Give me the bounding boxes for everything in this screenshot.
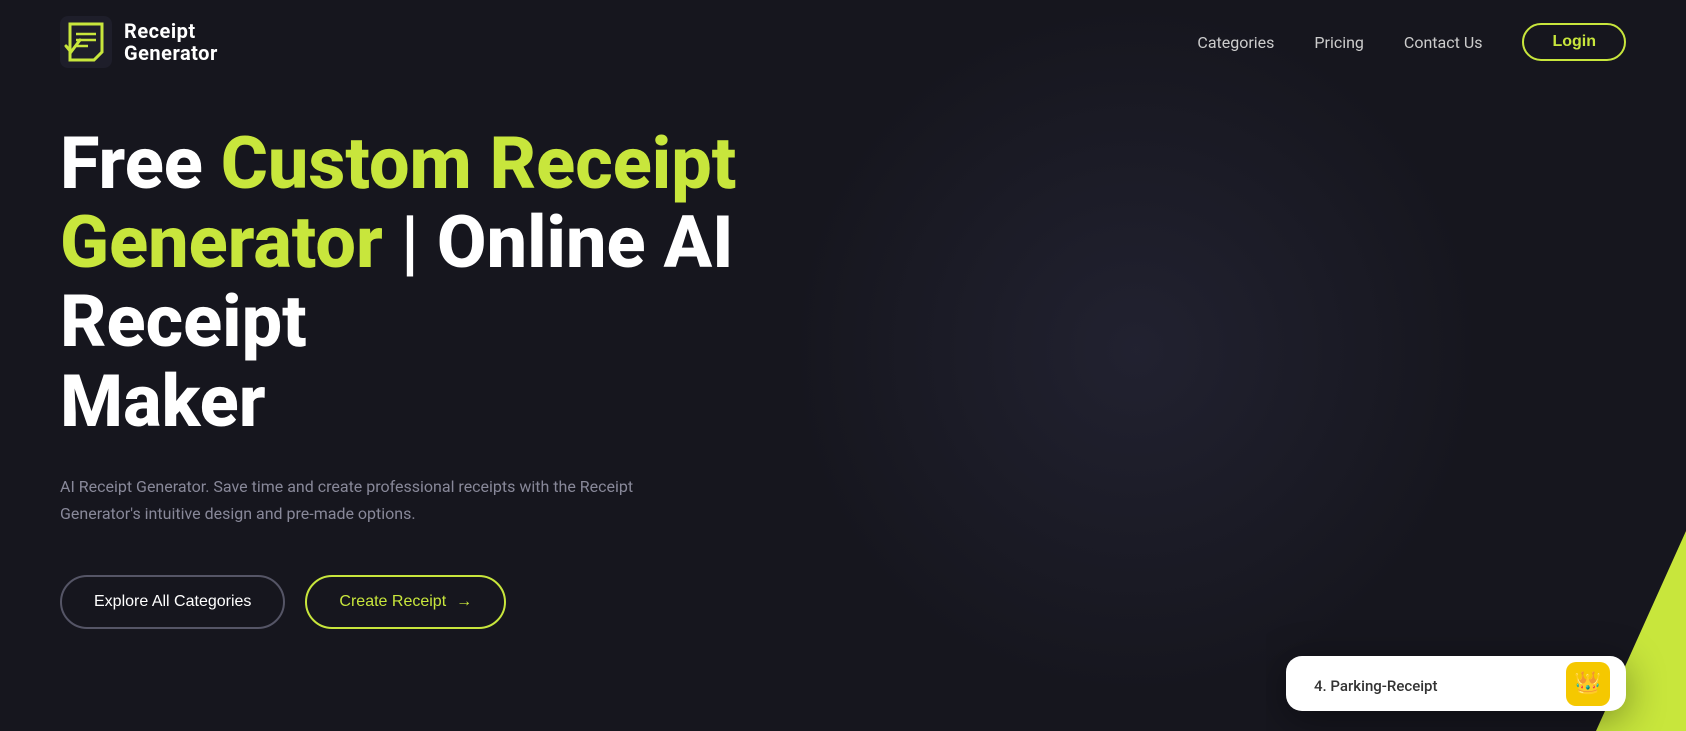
- receipt-card-label: 4. Parking-Receipt: [1314, 677, 1438, 695]
- create-receipt-arrow: →: [456, 593, 472, 611]
- receipt-card-preview: 4. Parking-Receipt 👑: [1286, 656, 1626, 711]
- hero-title-custom: Custom Receipt: [221, 121, 737, 206]
- nav-link-categories[interactable]: Categories: [1197, 33, 1274, 52]
- receipt-card-crown-icon: 👑: [1566, 662, 1610, 706]
- card-preview-wrapper: 4. Parking-Receipt 👑: [1266, 531, 1686, 731]
- logo-text: Receipt Generator: [124, 20, 218, 64]
- nav-links: Categories Pricing Contact Us Login: [1197, 23, 1626, 61]
- hero-title-generator: Generator: [60, 200, 383, 285]
- logo-name-line2: Generator: [124, 42, 218, 64]
- logo-icon: [60, 16, 112, 68]
- login-button[interactable]: Login: [1522, 23, 1626, 61]
- hero-title: Free Custom Receipt Generator | Online A…: [60, 124, 960, 441]
- logo[interactable]: Receipt Generator: [60, 16, 218, 68]
- explore-categories-button[interactable]: Explore All Categories: [60, 575, 285, 629]
- hero-subtitle: AI Receipt Generator. Save time and crea…: [60, 473, 680, 527]
- hero-title-maker: Maker: [60, 359, 266, 444]
- logo-name-line1: Receipt: [124, 20, 218, 42]
- create-receipt-button[interactable]: Create Receipt →: [305, 575, 506, 629]
- navbar: Receipt Generator Categories Pricing Con…: [0, 0, 1686, 84]
- create-receipt-label: Create Receipt: [339, 593, 446, 611]
- nav-link-contact[interactable]: Contact Us: [1404, 33, 1483, 52]
- hero-title-free: Free: [60, 121, 221, 206]
- nav-link-pricing[interactable]: Pricing: [1314, 33, 1364, 52]
